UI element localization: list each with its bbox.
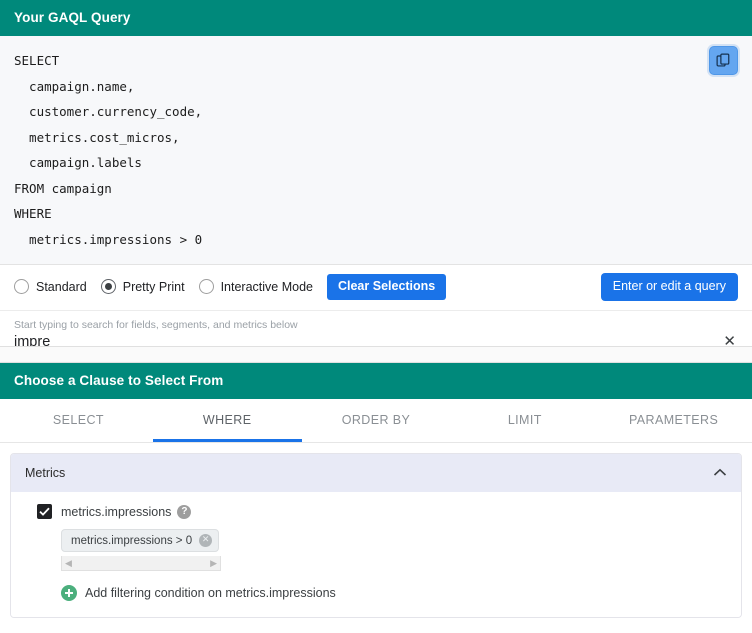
field-search-area: Start typing to search for fields, segme…	[0, 309, 752, 346]
radio-pretty-print[interactable]: Pretty Print	[100, 279, 185, 295]
clause-tabs: SELECT WHERE ORDER BY LIMIT PARAMETERS	[0, 399, 752, 443]
radio-circle-selected-icon	[100, 279, 116, 295]
clause-body: Metrics metrics.impressions ? metrics.im…	[0, 443, 752, 618]
clear-selections-button[interactable]: Clear Selections	[326, 274, 447, 300]
tab-parameters[interactable]: PARAMETERS	[599, 399, 748, 442]
copy-icon	[716, 53, 731, 68]
panel-gap	[0, 347, 752, 362]
code-line: SELECT	[14, 53, 60, 68]
clear-search-icon[interactable]: ✕	[721, 333, 738, 346]
clause-panel: Choose a Clause to Select From SELECT WH…	[0, 362, 752, 633]
code-line: customer.currency_code,	[14, 104, 203, 119]
radio-interactive-mode-label: Interactive Mode	[220, 279, 313, 294]
radio-pretty-print-label: Pretty Print	[122, 279, 185, 294]
scroll-left-arrow-icon[interactable]: ◀	[65, 558, 72, 568]
tab-select[interactable]: SELECT	[4, 399, 153, 442]
scroll-right-arrow-icon[interactable]: ▶	[210, 558, 217, 568]
metrics-group-content: metrics.impressions ? metrics.impression…	[11, 492, 741, 617]
filter-chip-label: metrics.impressions > 0	[71, 534, 193, 547]
metrics-group-card: Metrics metrics.impressions ? metrics.im…	[10, 453, 742, 618]
remove-filter-icon[interactable]: ✕	[199, 534, 213, 547]
filter-chip[interactable]: metrics.impressions > 0 ✕	[61, 529, 220, 552]
code-line: FROM campaign	[14, 180, 112, 196]
code-line: metrics.cost_micros,	[14, 129, 180, 145]
code-line: campaign.name,	[14, 78, 135, 94]
search-hint-label: Start typing to search for fields, segme…	[14, 318, 298, 331]
clause-panel-title: Choose a Clause to Select From	[0, 363, 752, 399]
tab-order-by[interactable]: ORDER BY	[302, 399, 451, 442]
enter-or-edit-query-button[interactable]: Enter or edit a query	[600, 273, 738, 301]
copy-query-button[interactable]	[709, 46, 738, 75]
gaql-query-builder-app: Your GAQL Query SELECT campaign.name, cu…	[0, 0, 752, 633]
radio-standard[interactable]: Standard	[14, 279, 87, 295]
tab-limit[interactable]: LIMIT	[450, 399, 599, 442]
chevron-up-icon[interactable]	[713, 467, 727, 479]
metrics-group-header[interactable]: Metrics	[11, 454, 741, 492]
radio-standard-label: Standard	[36, 279, 87, 294]
query-options-row: Standard Pretty Print Interactive Mode C…	[0, 265, 752, 310]
metrics-impressions-label: metrics.impressions	[61, 504, 172, 519]
radio-circle-icon	[14, 279, 29, 295]
query-panel-title: Your GAQL Query	[0, 0, 752, 36]
add-filtering-condition-button[interactable]: Add filtering condition on metrics.impre…	[61, 585, 727, 601]
filter-chip-area: metrics.impressions > 0 ✕ ◀ ▶	[61, 529, 221, 571]
print-mode-radio-group: Standard Pretty Print Interactive Mode	[14, 279, 327, 295]
radio-interactive-mode[interactable]: Interactive Mode	[198, 279, 313, 295]
code-line: metrics.impressions > 0	[14, 231, 203, 247]
code-line: WHERE	[14, 206, 52, 221]
search-line: ✕	[14, 333, 738, 346]
radio-circle-icon	[198, 279, 214, 295]
filter-chip-scrollbar[interactable]: ◀ ▶	[61, 556, 221, 571]
query-code-area[interactable]: SELECT campaign.name, customer.currency_…	[0, 36, 752, 264]
metrics-impressions-checkbox[interactable]	[37, 504, 52, 519]
add-filtering-condition-label: Add filtering condition on metrics.impre…	[85, 586, 336, 600]
search-input[interactable]	[14, 333, 722, 346]
query-panel: Your GAQL Query SELECT campaign.name, cu…	[0, 0, 752, 347]
metrics-group-title: Metrics	[25, 466, 66, 480]
help-icon[interactable]: ?	[177, 504, 192, 519]
plus-icon	[61, 585, 77, 601]
code-line: campaign.labels	[14, 155, 142, 170]
field-row-metrics-impressions: metrics.impressions ?	[37, 504, 727, 519]
tab-where[interactable]: WHERE	[152, 399, 302, 442]
